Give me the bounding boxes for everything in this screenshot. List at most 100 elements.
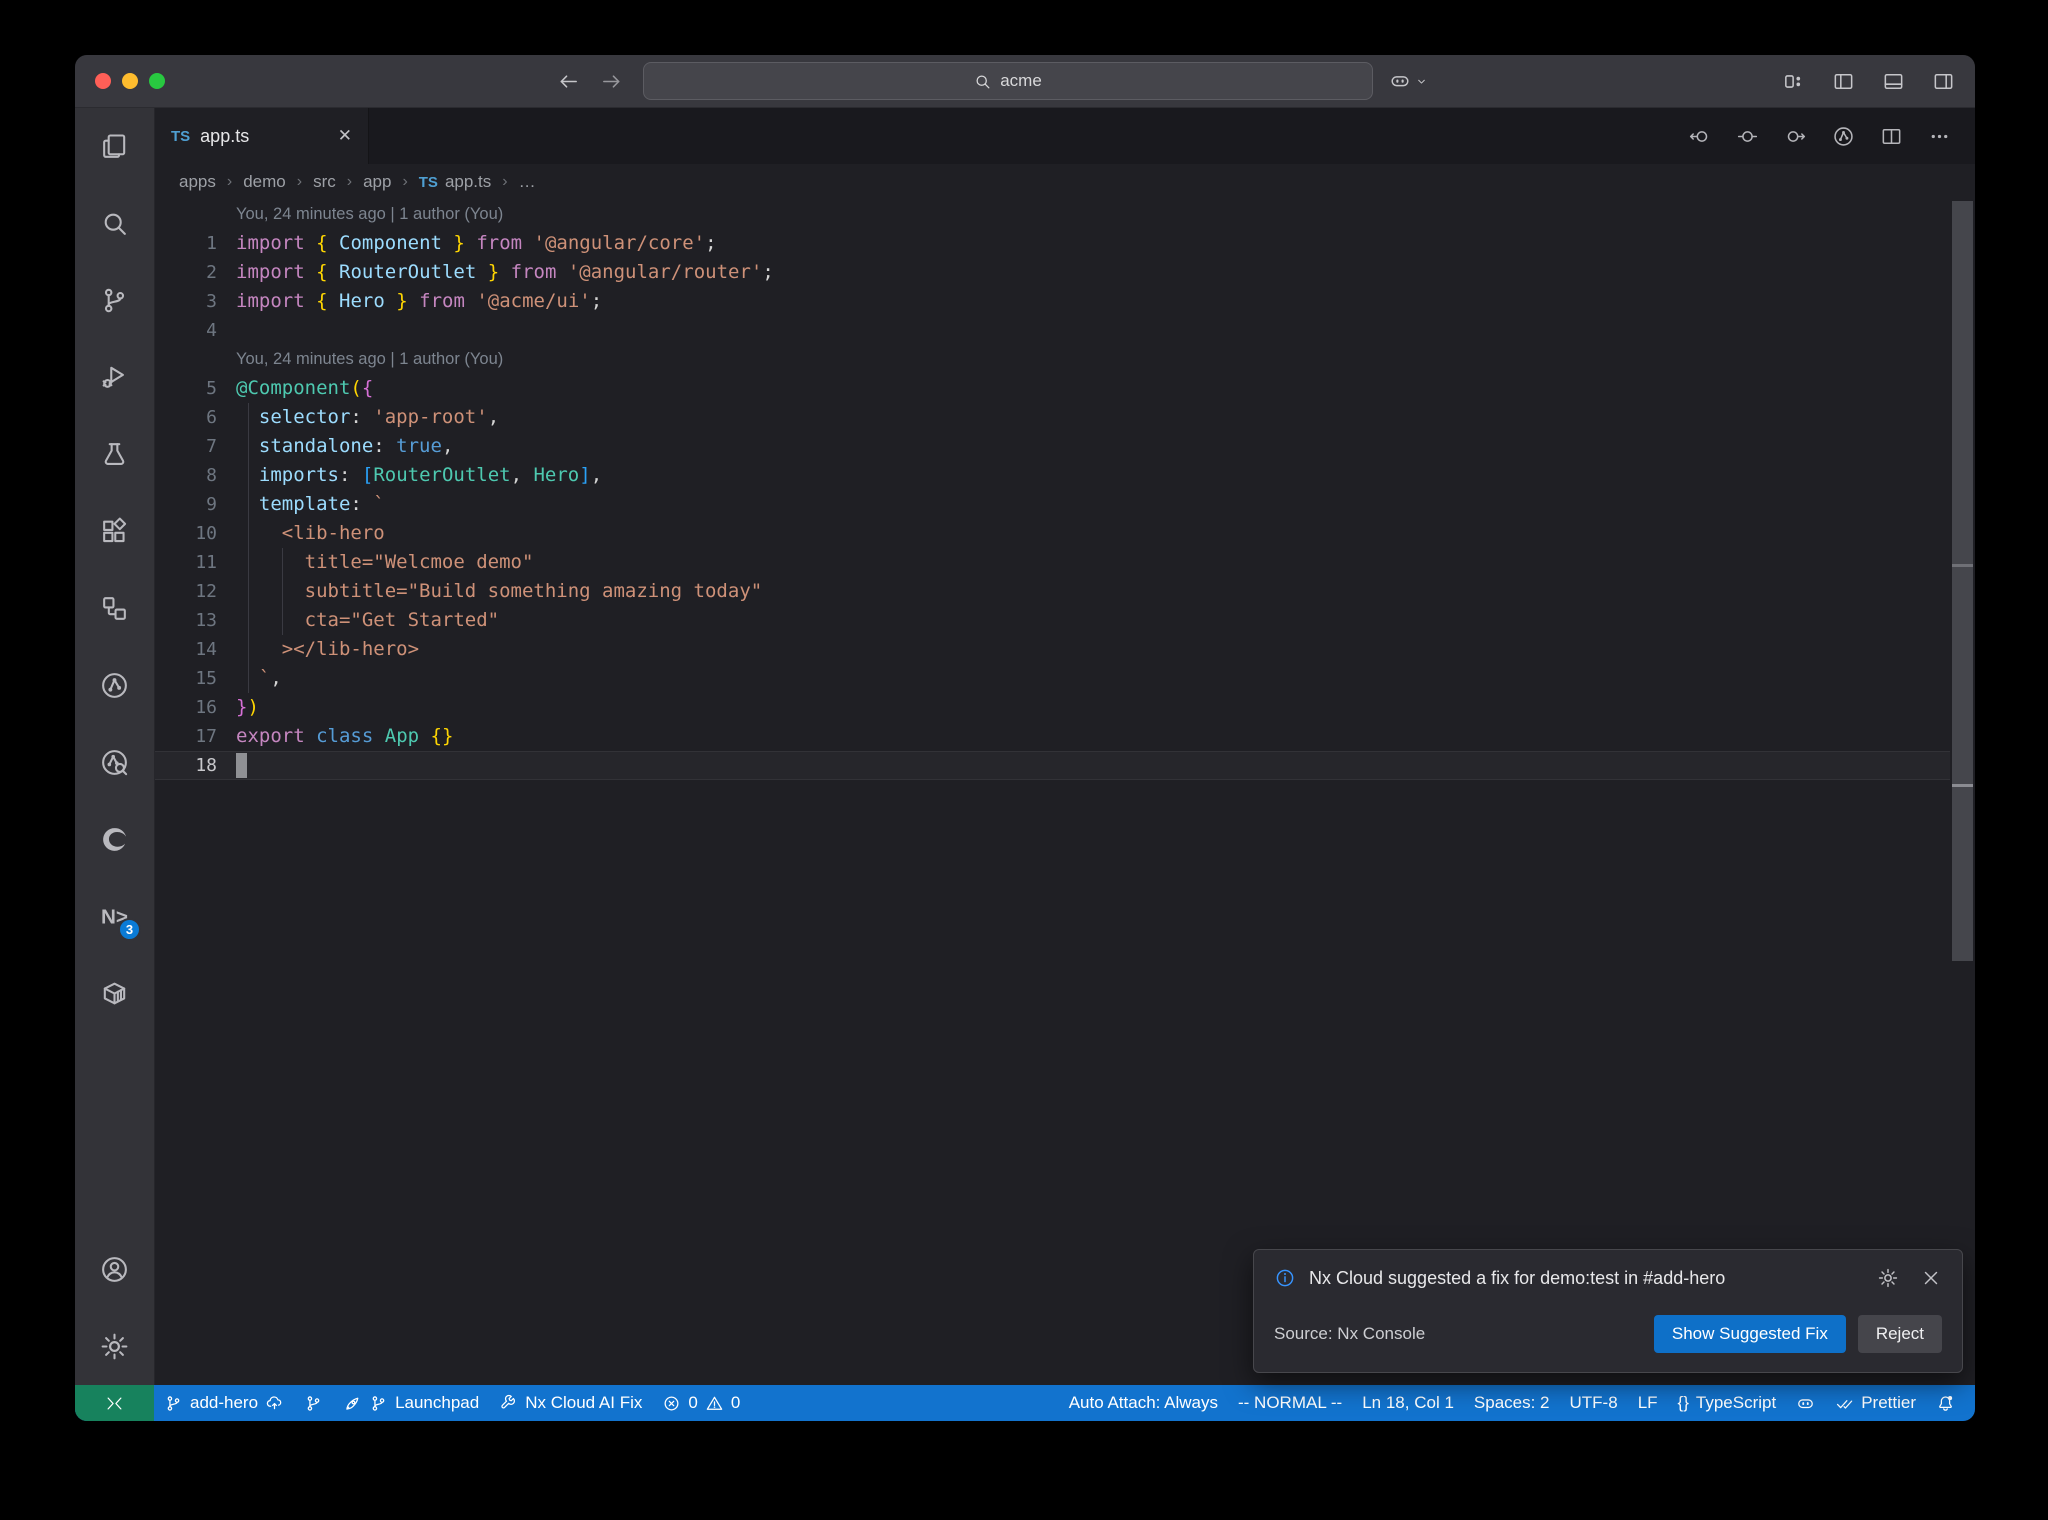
- split-editor-button[interactable]: [1880, 125, 1903, 148]
- status-git-branch[interactable]: add-hero: [154, 1385, 294, 1421]
- activity-source-control[interactable]: [75, 262, 154, 339]
- status-source-control-graph[interactable]: [294, 1385, 333, 1421]
- code-line-13[interactable]: 13 cta="Get Started": [155, 606, 1950, 635]
- code-line-4[interactable]: 4: [155, 316, 1950, 345]
- code-line-10[interactable]: 10 <lib-hero: [155, 519, 1950, 548]
- activity-extensions[interactable]: [75, 493, 154, 570]
- activity-search[interactable]: [75, 185, 154, 262]
- status-text: Spaces: 2: [1473, 1393, 1550, 1412]
- status-language-mode[interactable]: {} TypeScript: [1668, 1385, 1787, 1421]
- minimize-window-button[interactable]: [122, 73, 138, 89]
- status-indentation[interactable]: Spaces: 2: [1464, 1385, 1560, 1421]
- code-line-8[interactable]: 8 imports: [RouterOutlet, Hero],: [155, 461, 1950, 490]
- code-editor[interactable]: You, 24 minutes ago | 1 author (You) 1 imp…: [155, 200, 1975, 1385]
- split-icon: [1880, 125, 1903, 148]
- show-suggested-fix-button[interactable]: Show Suggested Fix: [1653, 1315, 1846, 1353]
- status-cursor-position[interactable]: Ln 18, Col 1: [1352, 1385, 1464, 1421]
- code-line-1[interactable]: 1 import { Component } from '@angular/cor…: [155, 229, 1950, 258]
- code-line-15[interactable]: 15 `,: [155, 664, 1950, 693]
- line-number: 13: [195, 610, 217, 631]
- nx-graph-button[interactable]: [1832, 125, 1855, 148]
- status-text: {}: [1677, 1393, 1689, 1412]
- breadcrumb-item-app[interactable]: app: [363, 172, 391, 192]
- editor-scrollbar[interactable]: [1950, 200, 1975, 1385]
- activity-project-structure[interactable]: [75, 570, 154, 647]
- activity-nx-graph[interactable]: [75, 647, 154, 724]
- status-remote-window[interactable]: [75, 1385, 154, 1421]
- toggle-panel-button[interactable]: [1882, 70, 1905, 93]
- status-auto-attach[interactable]: Auto Attach: Always: [1059, 1385, 1228, 1421]
- nav-back-button[interactable]: [1688, 125, 1711, 148]
- customize-layout-button[interactable]: [1782, 70, 1805, 93]
- copilot-menu-button[interactable]: [1389, 70, 1429, 92]
- code-line-16[interactable]: 16}): [155, 693, 1950, 722]
- scrollbar-thumb[interactable]: [1952, 201, 1973, 961]
- toggle-primary-sidebar-button[interactable]: [1832, 70, 1855, 93]
- nav-forward-button[interactable]: [1784, 125, 1807, 148]
- status-formatter[interactable]: Prettier: [1825, 1385, 1926, 1421]
- line-number: 12: [195, 581, 217, 602]
- line-content: template: `: [258, 493, 385, 515]
- status-launchpad[interactable]: Launchpad: [333, 1385, 489, 1421]
- breadcrumb-item-demo[interactable]: demo: [243, 172, 286, 192]
- beaker-icon: [99, 439, 130, 470]
- notification-settings-gear-icon[interactable]: [1877, 1267, 1899, 1289]
- code-line-14[interactable]: 14 ></lib-hero>: [155, 635, 1950, 664]
- line-number: [155, 200, 217, 229]
- status-nx-cloud-ai-fix[interactable]: Nx Cloud AI Fix: [489, 1385, 652, 1421]
- tab-label: app.ts: [200, 125, 250, 146]
- breadcrumb-item-appts[interactable]: TS app.ts: [419, 172, 491, 192]
- code-line-9[interactable]: 9 template: `: [155, 490, 1950, 519]
- history-back-button[interactable]: [557, 70, 580, 93]
- code-line-7[interactable]: 7 standalone: true,: [155, 432, 1950, 461]
- status-notifications-bell[interactable]: [1926, 1385, 1965, 1421]
- breadcrumb: apps › demo › src › app › TS app.ts ›…: [155, 164, 1975, 200]
- warning-icon: [705, 1394, 724, 1413]
- status-text: Nx Cloud AI Fix: [525, 1393, 643, 1412]
- breadcrumb-item-apps[interactable]: apps: [179, 172, 216, 192]
- breadcrumb-item-src[interactable]: src: [313, 172, 336, 192]
- activity-settings[interactable]: [75, 1308, 154, 1385]
- code-line-6[interactable]: 6 selector: 'app-root',: [155, 403, 1950, 432]
- command-center-search[interactable]: acme: [642, 62, 1373, 100]
- status-problems[interactable]: 00: [652, 1385, 750, 1421]
- code-line-2[interactable]: 2 import { RouterOutlet } from '@angular/…: [155, 258, 1950, 287]
- status-text: 0: [730, 1393, 741, 1412]
- line-content: import { Component } from '@angular/core…: [236, 232, 717, 254]
- code-line-5[interactable]: 5 @Component({: [155, 374, 1950, 403]
- blame-annotation[interactable]: You, 24 minutes ago | 1 author (You): [155, 345, 1950, 374]
- activity-nx-console[interactable]: 3: [75, 878, 154, 955]
- toggle-secondary-sidebar-button[interactable]: [1932, 70, 1955, 93]
- activity-bar-spacer: [75, 1032, 154, 1231]
- close-tab-icon[interactable]: ✕: [338, 126, 352, 146]
- more-actions-button[interactable]: [1928, 125, 1951, 148]
- status-text: LF: [1637, 1393, 1658, 1412]
- status-vim-mode[interactable]: -- NORMAL --: [1228, 1385, 1352, 1421]
- tab-app-ts[interactable]: TS app.ts ✕: [155, 108, 369, 164]
- breadcrumb-item-[interactable]: …: [519, 172, 536, 192]
- blame-annotation[interactable]: You, 24 minutes ago | 1 author (You): [155, 200, 1950, 229]
- status-eol[interactable]: LF: [1628, 1385, 1668, 1421]
- close-window-button[interactable]: [95, 73, 111, 89]
- code-line-18[interactable]: 18: [155, 751, 1950, 780]
- activity-accounts[interactable]: [75, 1231, 154, 1308]
- activity-containers[interactable]: [75, 955, 154, 1032]
- activity-explorer[interactable]: [75, 108, 154, 185]
- status-encoding[interactable]: UTF-8: [1560, 1385, 1628, 1421]
- code-line-11[interactable]: 11 title="Welcmoe demo": [155, 548, 1950, 577]
- activity-run-debug[interactable]: [75, 339, 154, 416]
- notification-close-icon[interactable]: [1920, 1267, 1942, 1289]
- code-line-12[interactable]: 12 subtitle="Build something amazing tod…: [155, 577, 1950, 606]
- activity-nx-project-details[interactable]: [75, 724, 154, 801]
- activity-testing[interactable]: [75, 416, 154, 493]
- nav-current-button[interactable]: [1736, 125, 1759, 148]
- code-line-17[interactable]: 17 export class App {}: [155, 722, 1950, 751]
- graph-circle-icon: [1832, 125, 1855, 148]
- status-copilot-status[interactable]: [1786, 1385, 1825, 1421]
- activity-edge-tools[interactable]: [75, 801, 154, 878]
- history-forward-button[interactable]: [600, 70, 623, 93]
- indent-guide: [248, 403, 249, 693]
- code-line-3[interactable]: 3 import { Hero } from '@acme/ui';: [155, 287, 1950, 316]
- zoom-window-button[interactable]: [149, 73, 165, 89]
- reject-button[interactable]: Reject: [1857, 1315, 1942, 1353]
